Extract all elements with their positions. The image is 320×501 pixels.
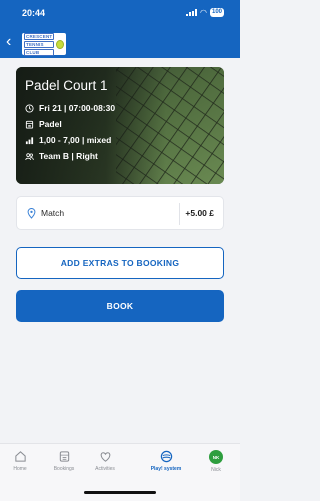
nav-item-home[interactable]: Home xyxy=(0,450,40,480)
booking-team-row: Team B | Right xyxy=(25,148,115,164)
status-icons: ◠ 100 xyxy=(186,8,224,17)
home-indicator xyxy=(84,491,156,494)
avatar: NK xyxy=(209,450,223,464)
match-price: +5.00 £ xyxy=(185,208,214,218)
level-bars-icon xyxy=(25,136,34,144)
app-header: 20:44 ◠ 100 ‹ CRESCENT TENNIS CLUB xyxy=(0,0,240,58)
wifi-icon: ◠ xyxy=(200,7,207,17)
booking-sport-row: Padel xyxy=(25,116,115,132)
booking-datetime: Fri 21 | 07:00-08:30 xyxy=(39,102,116,113)
court-details: Padel Court 1 Fri 21 | 07:00-08:30 Padel… xyxy=(25,77,115,164)
logo-line: CRESCENT xyxy=(24,32,55,40)
nav-item-activities[interactable]: Activities xyxy=(85,450,125,480)
nav-label: Nick xyxy=(211,467,221,473)
booking-level-row: 1,00 - 7,00 | mixed xyxy=(25,132,115,148)
club-logo: CRESCENT TENNIS CLUB xyxy=(22,32,66,56)
play-system-icon xyxy=(160,450,172,463)
team-icon xyxy=(25,152,34,160)
nav-item-play-system[interactable]: Play! system xyxy=(146,450,186,480)
nav-label: Play! system xyxy=(150,466,182,472)
court-card: Padel Court 1 Fri 21 | 07:00-08:30 Padel… xyxy=(16,67,224,184)
booking-level: 1,00 - 7,00 | mixed xyxy=(39,134,112,145)
calendar-icon xyxy=(25,120,34,129)
status-bar: 20:44 ◠ 100 xyxy=(0,0,240,24)
activities-icon xyxy=(100,452,110,462)
home-icon xyxy=(14,451,26,462)
nav-item-profile[interactable]: NK Nick xyxy=(196,450,236,480)
match-label: Match xyxy=(41,208,65,218)
status-time: 20:44 xyxy=(22,8,46,18)
nav-label: Bookings xyxy=(53,466,75,472)
booking-sport: Padel xyxy=(39,118,62,129)
nav-label: Home xyxy=(13,466,27,472)
match-option[interactable]: Match +5.00 £ xyxy=(16,196,224,230)
signal-icon xyxy=(186,9,197,16)
book-button[interactable]: BOOK xyxy=(16,290,224,322)
nav-item-bookings[interactable]: Bookings xyxy=(44,450,84,480)
pin-icon xyxy=(27,208,36,219)
divider xyxy=(179,203,180,225)
logo-line: CLUB xyxy=(24,48,55,56)
battery-icon: 100 xyxy=(209,8,224,17)
logo-line: TENNIS xyxy=(24,40,55,48)
clock-icon xyxy=(25,103,34,113)
booking-datetime-row: Fri 21 | 07:00-08:30 xyxy=(25,100,115,116)
add-extras-button[interactable]: ADD EXTRAS TO BOOKING xyxy=(16,247,224,279)
nav-label: Activities xyxy=(95,466,115,472)
tennis-ball-icon xyxy=(56,39,64,49)
booking-team: Team B | Right xyxy=(39,150,98,161)
court-title: Padel Court 1 xyxy=(25,78,108,93)
bookings-icon xyxy=(59,451,69,462)
chevron-left-icon[interactable]: ‹ xyxy=(6,34,20,50)
